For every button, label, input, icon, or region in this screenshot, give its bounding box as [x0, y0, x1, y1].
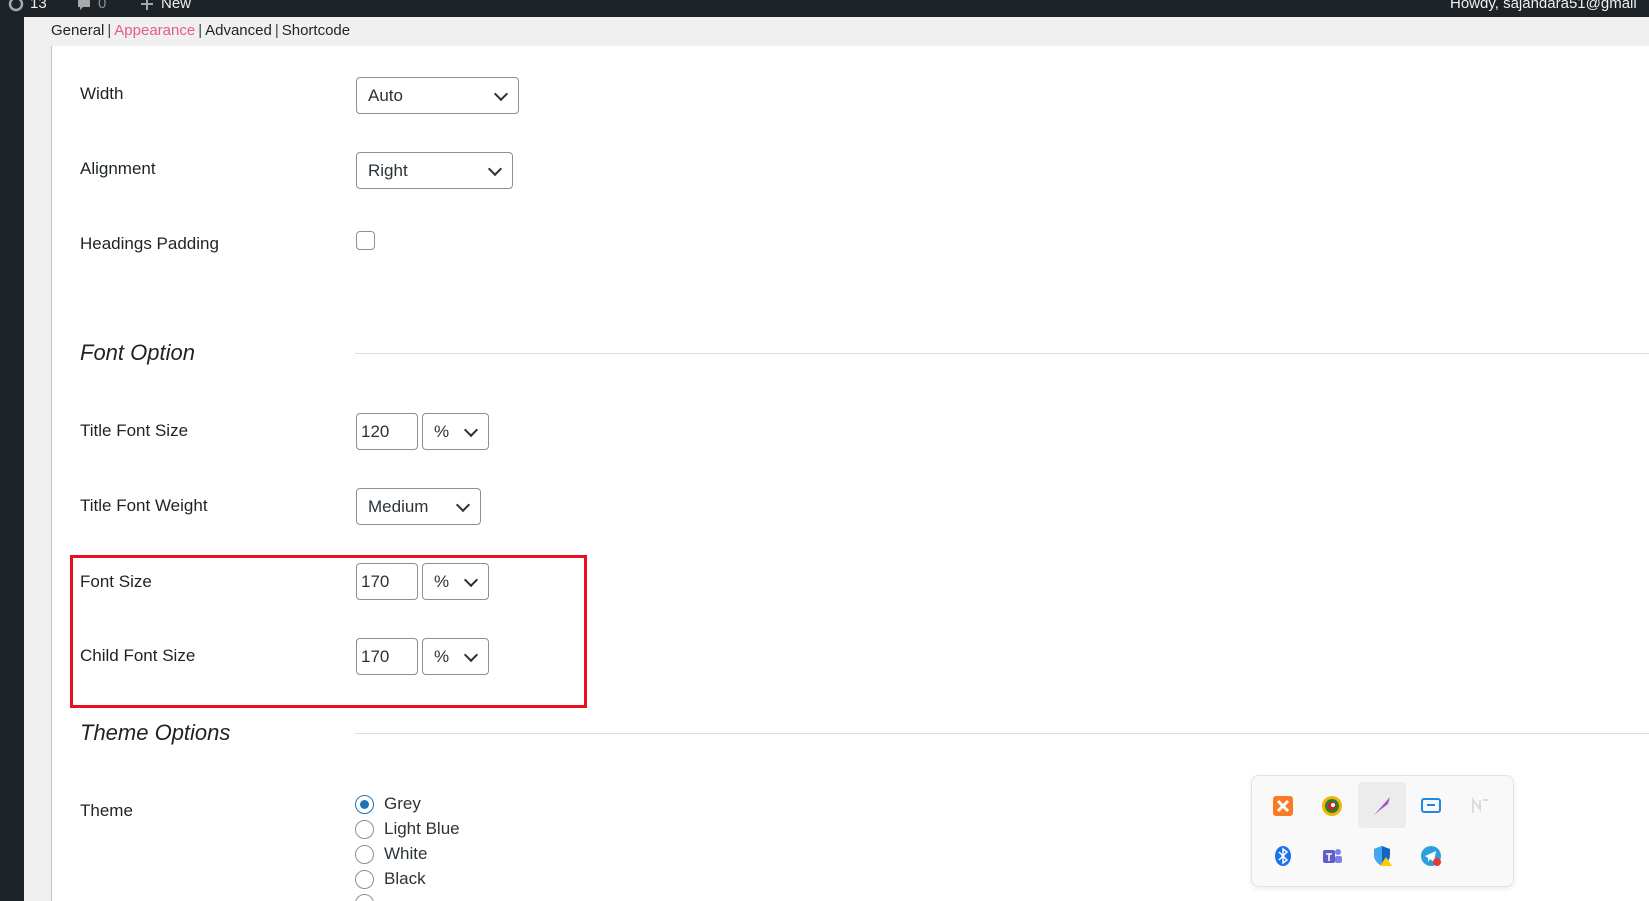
- admin-bar: 13 0 New Howdy, sajandara51@gmail: [0, 0, 1649, 17]
- theme-option-white[interactable]: White: [355, 844, 427, 864]
- howdy-account[interactable]: Howdy, sajandara51@gmail: [1450, 0, 1637, 12]
- remote-desktop-icon[interactable]: [1420, 795, 1442, 817]
- theme-option-label: White: [384, 844, 428, 863]
- subnav-separator: |: [198, 22, 203, 39]
- tab-advanced[interactable]: Advanced: [205, 22, 272, 39]
- headings-padding-label: Headings Padding: [80, 234, 219, 253]
- theme-option-light-blue[interactable]: Light Blue: [355, 819, 460, 839]
- faded-app-icon[interactable]: [1469, 795, 1491, 817]
- plus-icon: [141, 0, 153, 10]
- section-divider: [355, 353, 1649, 354]
- theme-label: Theme: [80, 801, 133, 820]
- chevron-down-icon: [455, 497, 471, 512]
- theme-option-partial[interactable]: [355, 894, 374, 901]
- comment-icon: [78, 0, 90, 10]
- new-label: New: [161, 0, 192, 12]
- subnav-separator: |: [274, 22, 279, 39]
- title-font-size-unit: %: [434, 421, 450, 441]
- title-font-size-label: Title Font Size: [80, 421, 189, 440]
- settings-subnav: General | Appearance | Advanced | Shortcode: [51, 22, 350, 39]
- color-picker-icon[interactable]: [1321, 795, 1343, 817]
- telegram-icon[interactable]: [1420, 845, 1442, 867]
- title-font-weight-select[interactable]: Medium: [356, 488, 481, 525]
- settings-panel: [51, 46, 1649, 901]
- comments-item[interactable]: 0: [76, 0, 106, 12]
- font-option-heading: Font Option: [80, 340, 195, 365]
- radio-button[interactable]: [355, 794, 374, 814]
- security-warning-icon[interactable]: [1371, 845, 1393, 867]
- tab-shortcode[interactable]: Shortcode: [282, 22, 350, 39]
- headings-padding-checkbox[interactable]: [356, 231, 375, 250]
- updates-icon: [8, 0, 24, 11]
- radio-button[interactable]: [355, 869, 374, 889]
- title-font-size-input[interactable]: 120: [356, 413, 418, 450]
- chevron-down-icon: [463, 422, 479, 437]
- theme-options-heading: Theme Options: [80, 720, 231, 745]
- radio-button[interactable]: [355, 819, 374, 839]
- title-font-weight-label: Title Font Weight: [80, 496, 208, 515]
- width-value: Auto: [368, 85, 403, 105]
- teams-icon[interactable]: [1321, 845, 1343, 867]
- system-tray-overflow: [1251, 775, 1514, 887]
- width-label: Width: [80, 84, 124, 103]
- section-divider: [355, 733, 1649, 734]
- alignment-value: Right: [368, 160, 408, 180]
- xampp-icon[interactable]: [1272, 795, 1294, 817]
- chevron-down-icon: [493, 86, 509, 101]
- quill-icon[interactable]: [1371, 795, 1393, 817]
- theme-option-label: Light Blue: [384, 819, 460, 838]
- subnav-separator: |: [107, 22, 112, 39]
- howdy-text: Howdy, sajandara51@gmail: [1450, 0, 1637, 12]
- tab-appearance[interactable]: Appearance: [114, 22, 195, 39]
- tab-general[interactable]: General: [51, 22, 104, 39]
- alignment-select[interactable]: Right: [356, 152, 513, 189]
- chevron-down-icon: [487, 161, 503, 176]
- new-content-item[interactable]: New: [139, 0, 191, 12]
- radio-button[interactable]: [355, 894, 374, 901]
- updates-count: 13: [30, 0, 47, 12]
- comments-count: 0: [98, 0, 107, 12]
- title-font-size-value: 120: [361, 421, 390, 441]
- highlight-box: [70, 555, 587, 708]
- theme-option-grey[interactable]: Grey: [355, 794, 421, 814]
- theme-option-label: Black: [384, 869, 426, 888]
- width-select[interactable]: Auto: [356, 77, 519, 114]
- alignment-label: Alignment: [80, 159, 156, 178]
- radio-button[interactable]: [355, 844, 374, 864]
- admin-menu-strip: [0, 17, 24, 901]
- title-font-weight-value: Medium: [368, 496, 429, 516]
- theme-option-label: Grey: [384, 794, 421, 813]
- theme-option-black[interactable]: Black: [355, 869, 426, 889]
- bluetooth-icon[interactable]: [1272, 845, 1294, 867]
- updates-item[interactable]: 13: [8, 0, 47, 12]
- title-font-size-unit-select[interactable]: %: [422, 413, 489, 450]
